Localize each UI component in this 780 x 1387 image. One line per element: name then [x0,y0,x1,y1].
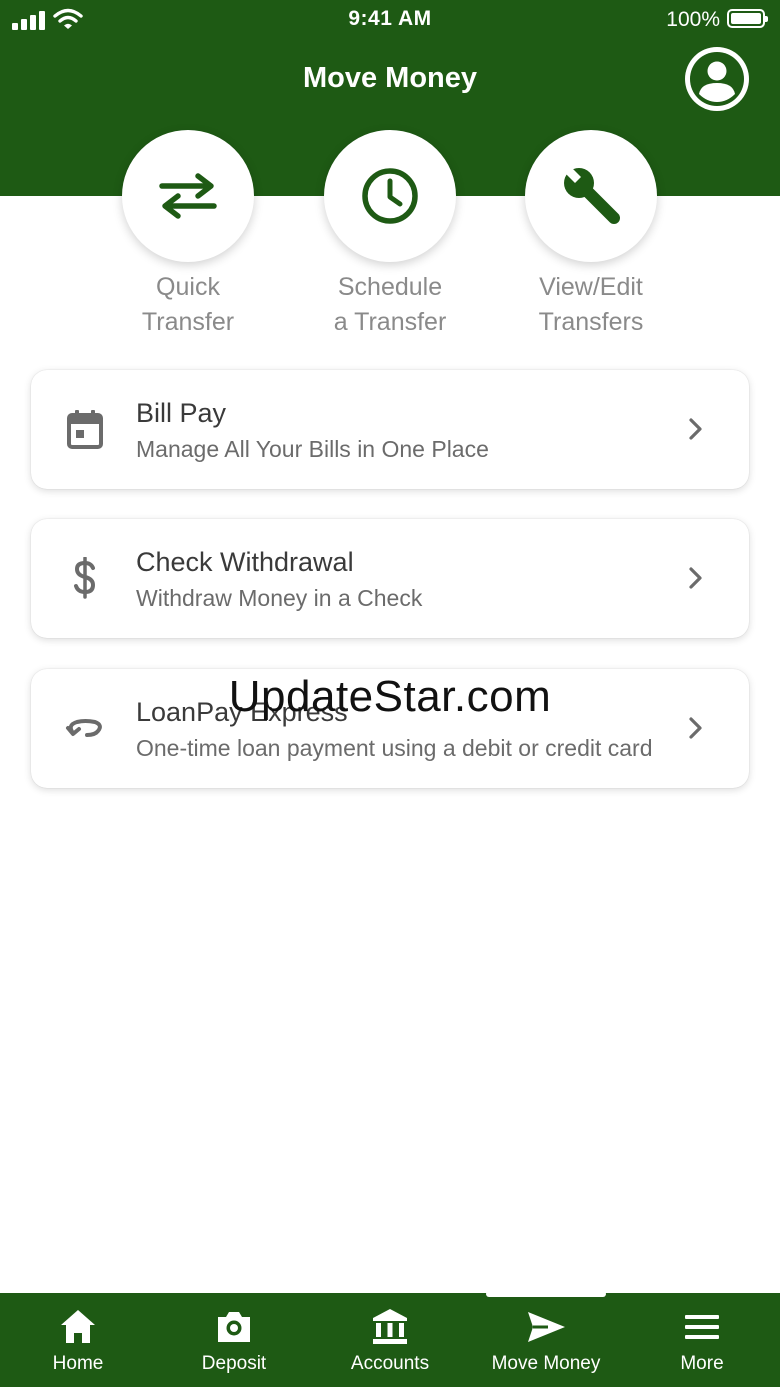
view-edit-transfers-action[interactable]: View/Edit Transfers [491,130,691,340]
clock-icon [362,168,418,224]
bank-icon [373,1309,407,1344]
quick-transfer-label: Quick Transfer [141,273,235,336]
tab-label: Deposit [201,1353,267,1374]
transfer-arrows-icon [159,173,217,219]
watermark: UpdateStar.com [228,672,552,721]
tab-accounts[interactable]: Accounts [312,1293,468,1387]
page-title: Move Money [302,62,478,94]
tab-deposit[interactable]: Deposit [156,1293,312,1387]
card-subtitle: Manage All Your Bills in One Place [136,436,489,462]
tab-label: More [680,1353,724,1374]
chevron-right-icon [689,567,702,589]
home-icon [61,1310,95,1343]
battery-percentage: 100% [666,8,720,31]
menu-icon [685,1315,719,1339]
tab-bar: Home Deposit Accounts Move Money More [0,1293,780,1387]
profile-button[interactable] [685,47,749,111]
status-time: 9:41 AM [348,7,432,30]
tab-move-money[interactable]: Move Money [468,1293,624,1387]
active-tab-indicator [486,1291,606,1297]
dollar-icon [74,557,96,599]
battery-full-icon [727,9,768,28]
card-subtitle: Withdraw Money in a Check [136,585,423,611]
tab-label: Accounts [350,1353,430,1374]
tab-label: Move Money [491,1353,601,1374]
quick-transfer-button[interactable] [122,130,254,262]
view-edit-transfers-label: View/Edit Transfers [538,273,644,336]
schedule-transfer-action[interactable]: Schedule a Transfer [290,130,490,340]
user-profile-icon [690,52,744,106]
camera-icon [218,1312,250,1342]
view-edit-transfers-button[interactable] [525,130,657,262]
send-icon [528,1312,565,1342]
check-withdrawal-card[interactable]: Check Withdrawal Withdraw Money in a Che… [31,519,749,638]
quick-transfer-action[interactable]: Quick Transfer [88,130,288,340]
card-subtitle: One-time loan payment using a debit or c… [136,735,653,761]
chevron-right-icon [689,418,702,440]
schedule-transfer-button[interactable] [324,130,456,262]
bill-pay-card[interactable]: Bill Pay Manage All Your Bills in One Pl… [31,370,749,489]
calendar-icon [67,410,103,449]
schedule-transfer-label: Schedule a Transfer [333,273,447,336]
status-bar: 9:41 AM 100% [0,0,780,40]
card-title: Check Withdrawal [136,547,354,577]
tab-label: Home [52,1353,104,1374]
card-title: Bill Pay [136,398,227,428]
wrench-icon [564,166,620,224]
tab-home[interactable]: Home [0,1293,156,1387]
tab-more[interactable]: More [624,1293,780,1387]
